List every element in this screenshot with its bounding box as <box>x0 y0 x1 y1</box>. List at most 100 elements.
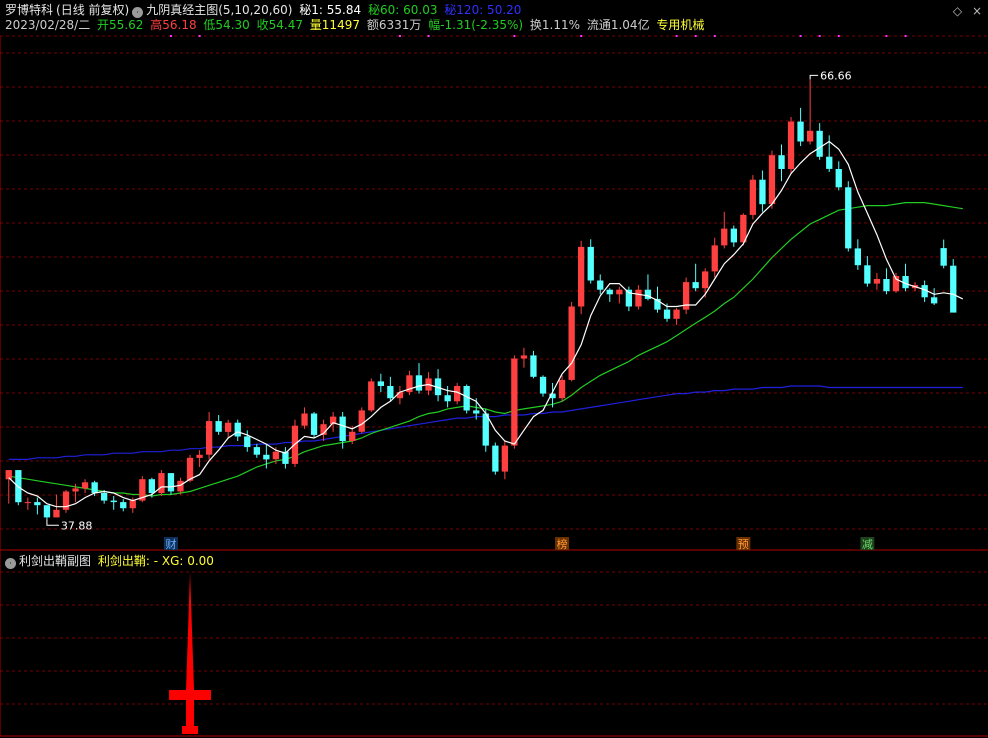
candle-body <box>482 413 489 446</box>
candle-body <box>730 228 737 243</box>
diamond-icon[interactable]: ◇ <box>953 4 962 18</box>
settings-circle-icon[interactable]: · <box>132 7 144 18</box>
candle-body <box>864 265 871 284</box>
event-marker: 财 <box>165 537 176 551</box>
top-dot <box>427 35 430 37</box>
ma60-line <box>8 385 963 460</box>
sword-guard <box>169 690 212 700</box>
candle-body <box>177 480 184 492</box>
indicator-header: 罗博特科 (日线 前复权) · 九阴真经主图(5,10,20,60) 秘1: 55.8… <box>5 3 524 18</box>
candle-body <box>196 454 203 458</box>
candle-body <box>807 130 814 142</box>
sword-blade <box>186 572 195 690</box>
candle-body <box>81 482 89 489</box>
close-icon[interactable]: × <box>972 4 982 18</box>
quote-bar: 2023/02/28/二 开55.62 高56.18 低54.30 收54.47… <box>5 18 707 32</box>
candle-body <box>15 470 22 503</box>
event-markers: 财榜预减 <box>163 537 875 551</box>
candle-body <box>721 228 728 246</box>
ma20-line <box>8 202 963 497</box>
ma5-line <box>8 140 964 508</box>
top-dot <box>837 35 840 37</box>
top-dot <box>818 35 821 37</box>
candle-body <box>272 451 279 460</box>
quote-open: 开55.62 <box>97 18 144 32</box>
candle-body <box>740 214 747 243</box>
candle-body <box>921 285 928 298</box>
candle-body <box>940 248 947 266</box>
candle-body <box>282 451 289 464</box>
candle-body <box>759 179 766 205</box>
sub-indicator-values: 利剑出鞘: - XG: 0.00 <box>97 554 214 568</box>
top-dot <box>694 35 697 37</box>
candle-body <box>425 378 432 391</box>
candle-body <box>816 130 823 157</box>
candle-body <box>454 386 461 402</box>
price-annotations: 66.66 37.88 <box>46 69 852 532</box>
candle-body <box>520 355 528 359</box>
top-dot <box>580 35 583 37</box>
candle-body <box>415 375 423 391</box>
candle-body <box>568 306 575 380</box>
top-dot <box>398 35 401 37</box>
top-dot <box>885 35 888 37</box>
candle-body <box>43 505 51 518</box>
sub-settings-circle-icon[interactable]: · <box>5 558 16 569</box>
candle-body <box>167 473 175 492</box>
candle-body <box>578 246 585 307</box>
top-dots <box>169 35 907 37</box>
candle-body <box>215 421 222 432</box>
candle-body <box>62 491 70 510</box>
period-label[interactable]: (日线 前复权) <box>56 3 129 17</box>
candle-body <box>310 413 318 435</box>
candle-body <box>339 416 346 442</box>
candle-body <box>606 289 613 295</box>
sub-indicator-header: · 利剑出鞘副图 利剑出鞘: - XG: 0.00 <box>5 554 217 569</box>
candle-body <box>558 379 566 399</box>
candle-body <box>101 493 108 501</box>
quote-high: 高56.18 <box>150 18 197 32</box>
top-dot <box>713 35 716 37</box>
sub-indicator-title[interactable]: 利剑出鞘副图 <box>19 554 91 568</box>
candle-body <box>625 289 632 307</box>
quote-change: 幅-1.31(-2.35%) <box>428 18 524 32</box>
ma-secret120: 秘120: 50.20 <box>444 3 522 17</box>
event-marker: 预 <box>738 538 749 551</box>
ma-secret1: 秘1: 55.84 <box>299 3 362 17</box>
stock-name[interactable]: 罗博特科 <box>5 3 53 17</box>
quote-amount: 额6331万 <box>366 18 422 32</box>
sword-signal <box>169 572 212 734</box>
candle-body <box>5 470 12 480</box>
quote-float-cap: 流通1.04亿 <box>586 18 650 32</box>
candle-body <box>24 502 31 504</box>
candle-body <box>797 121 804 142</box>
quote-sector[interactable]: 专用机械 <box>656 18 704 32</box>
candle-body <box>377 381 384 386</box>
ma5-path <box>8 140 964 508</box>
top-dot <box>904 35 907 37</box>
candle-body <box>434 378 442 396</box>
candle-body <box>635 289 642 307</box>
candle-body <box>330 416 337 425</box>
indicator-name[interactable]: 九阴真经主图 <box>146 3 218 17</box>
candle-body <box>931 297 938 304</box>
candle-body <box>673 309 680 319</box>
candle-body <box>711 245 718 272</box>
candle-body <box>120 502 127 509</box>
candle-body <box>683 282 690 310</box>
top-dot <box>513 35 516 37</box>
candle-body <box>148 479 155 493</box>
candle-body <box>883 279 890 292</box>
candle-body <box>768 155 776 205</box>
top-dot <box>675 35 678 37</box>
candle-body <box>787 121 795 169</box>
candle-body <box>291 425 299 464</box>
candle-body <box>616 289 623 295</box>
event-marker-bg <box>555 537 570 550</box>
candle-body <box>463 386 470 411</box>
window-controls: ◇ × <box>947 4 982 18</box>
candlestick-chart[interactable]: 66.66 37.88 财 榜 预 减 <box>0 0 988 738</box>
indicator-params: (5,10,20,60) <box>218 3 293 17</box>
candle-body <box>749 179 756 215</box>
candle-body <box>186 457 194 481</box>
